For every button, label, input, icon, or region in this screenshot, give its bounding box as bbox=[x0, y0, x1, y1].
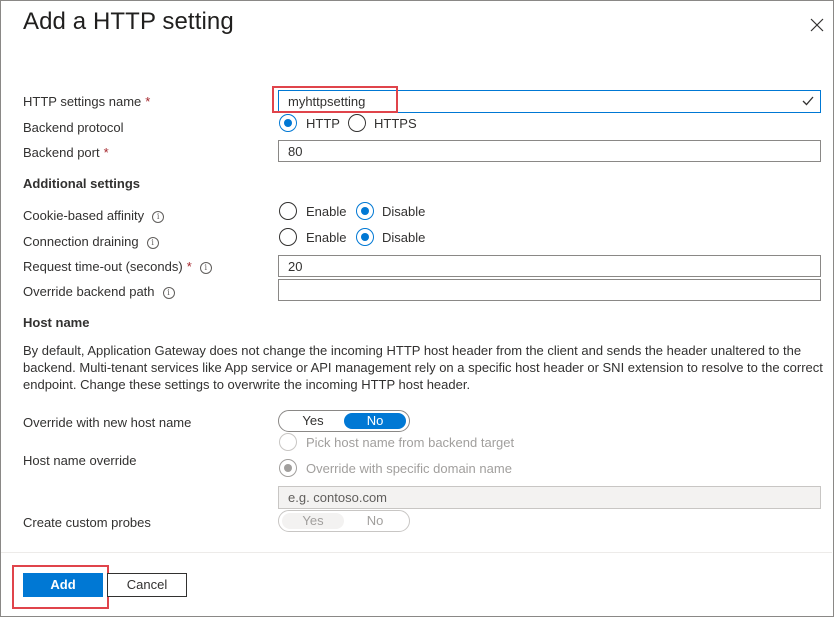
radio-protocol-http[interactable] bbox=[279, 114, 297, 132]
toggle-yes[interactable]: Yes bbox=[282, 413, 344, 429]
backend-port-label: Backend port * bbox=[23, 145, 109, 160]
domain-name-input[interactable]: e.g. contoso.com bbox=[278, 486, 821, 509]
radio-cookie-enable[interactable] bbox=[279, 202, 297, 220]
info-icon[interactable]: i bbox=[162, 287, 175, 299]
radio-specific-domain-label: Override with specific domain name bbox=[306, 461, 512, 476]
backend-protocol-label: Backend protocol bbox=[23, 120, 124, 135]
radio-cookie-disable[interactable] bbox=[356, 202, 374, 220]
custom-probes-toggle[interactable]: Yes No bbox=[278, 510, 410, 532]
toggle-no[interactable]: No bbox=[344, 413, 406, 429]
additional-settings-heading: Additional settings bbox=[23, 176, 140, 191]
connection-draining-label: Connection draining i bbox=[23, 234, 159, 249]
info-icon[interactable]: i bbox=[152, 211, 165, 223]
probes-toggle-yes[interactable]: Yes bbox=[282, 513, 344, 529]
override-backend-path-input[interactable] bbox=[278, 279, 821, 301]
host-name-description: By default, Application Gateway does not… bbox=[23, 343, 823, 392]
override-backend-path-label: Override backend path i bbox=[23, 284, 175, 299]
radio-protocol-http-label: HTTP bbox=[306, 116, 340, 131]
radio-protocol-https-label: HTTPS bbox=[374, 116, 417, 131]
request-timeout-input[interactable]: 20 bbox=[278, 255, 821, 277]
checkmark-icon bbox=[802, 96, 814, 106]
radio-draining-disable[interactable] bbox=[356, 228, 374, 246]
close-icon[interactable] bbox=[810, 18, 824, 32]
override-new-host-label: Override with new host name bbox=[23, 415, 192, 430]
override-host-toggle[interactable]: Yes No bbox=[278, 410, 410, 432]
host-name-heading: Host name bbox=[23, 315, 90, 330]
highlight-box-name bbox=[272, 86, 398, 113]
radio-pick-hostname[interactable] bbox=[279, 433, 297, 451]
radio-draining-disable-label: Disable bbox=[382, 230, 426, 245]
request-timeout-label: Request time-out (seconds) * i bbox=[23, 259, 212, 274]
info-icon[interactable]: i bbox=[146, 237, 159, 249]
radio-protocol-https[interactable] bbox=[348, 114, 366, 132]
radio-draining-enable[interactable] bbox=[279, 228, 297, 246]
host-name-override-label: Host name override bbox=[23, 453, 137, 468]
cancel-button[interactable]: Cancel bbox=[107, 573, 187, 597]
dialog-title: Add a HTTP setting bbox=[23, 8, 234, 35]
radio-specific-domain[interactable] bbox=[279, 459, 297, 477]
info-icon[interactable]: i bbox=[199, 262, 212, 274]
radio-pick-hostname-label: Pick host name from backend target bbox=[306, 435, 515, 450]
radio-draining-enable-label: Enable bbox=[306, 230, 347, 245]
probes-toggle-no[interactable]: No bbox=[344, 513, 406, 529]
radio-cookie-enable-label: Enable bbox=[306, 204, 347, 219]
http-settings-name-label: HTTP settings name * bbox=[23, 94, 151, 109]
backend-port-input[interactable]: 80 bbox=[278, 140, 821, 162]
cookie-affinity-label: Cookie-based affinity i bbox=[23, 208, 165, 223]
footer-divider bbox=[1, 552, 832, 553]
highlight-box-add bbox=[12, 565, 109, 609]
radio-cookie-disable-label: Disable bbox=[382, 204, 426, 219]
create-custom-probes-label: Create custom probes bbox=[23, 515, 151, 530]
